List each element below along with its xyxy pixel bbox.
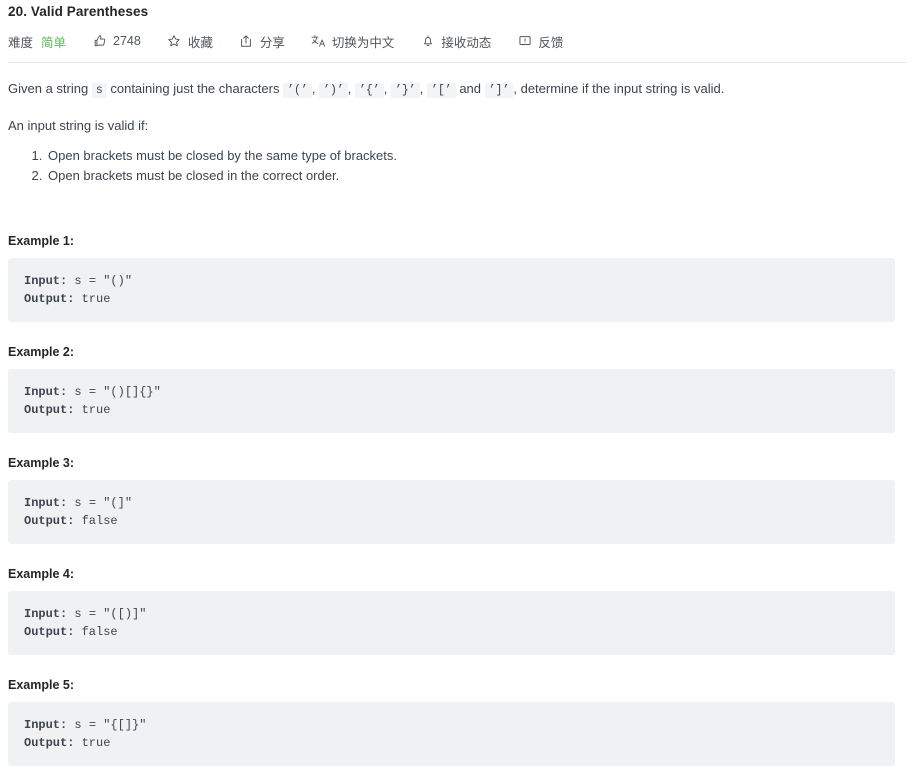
difficulty-label: 难度	[8, 35, 34, 50]
share-icon	[239, 34, 254, 49]
code-line-output: Output: true	[24, 401, 879, 419]
example-code-block: Input: s = "(]" Output: false	[8, 480, 895, 544]
output-value: true	[81, 736, 111, 750]
page-title: 20. Valid Parentheses	[8, 4, 149, 19]
input-value: s = "([)]"	[74, 607, 147, 621]
example-title: Example 1:	[8, 234, 75, 248]
output-label: Output:	[24, 403, 82, 417]
code-line-input: Input: s = "()[]{}"	[24, 383, 879, 401]
star-icon	[167, 34, 182, 49]
example-5: Example 5: Input: s = "{[]}" Output: tru…	[8, 677, 907, 766]
feedback-label: 反馈	[538, 35, 564, 50]
difficulty-badge: 简单	[41, 35, 67, 50]
inline-code-paren-close: ’)’	[319, 83, 348, 98]
inline-code-s: s	[91, 83, 107, 98]
description-intro: Given a string s containing just the cha…	[8, 79, 907, 100]
comma-1: ,	[311, 81, 316, 96]
input-label: Input:	[24, 607, 75, 621]
output-value: false	[81, 625, 118, 639]
output-label: Output:	[24, 625, 82, 639]
favorite-label: 收藏	[187, 35, 213, 50]
code-line-input: Input: s = "(]"	[24, 494, 879, 512]
example-title: Example 2:	[8, 345, 75, 359]
input-label: Input:	[24, 496, 75, 510]
thumbs-up-icon	[92, 34, 107, 49]
input-value: s = "{[]}"	[74, 718, 147, 732]
inline-code-brace-open: ’{’	[355, 83, 384, 98]
examples-section: Example 1: Input: s = "()" Output: true …	[8, 233, 907, 766]
output-label: Output:	[24, 514, 82, 528]
share-label: 分享	[259, 35, 285, 50]
example-code-block: Input: s = "([)]" Output: false	[8, 591, 895, 655]
difficulty-group: 难度 简单	[8, 32, 66, 51]
bell-icon	[420, 34, 435, 49]
input-label: Input:	[24, 385, 75, 399]
valid-if-text: An input string is valid if:	[8, 118, 149, 133]
example-title: Example 4:	[8, 567, 75, 581]
example-code-block: Input: s = "{[]}" Output: true	[8, 702, 895, 766]
code-line-output: Output: true	[24, 734, 879, 752]
code-line-input: Input: s = "([)]"	[24, 605, 879, 623]
rules-list: Open brackets must be closed by the same…	[8, 146, 907, 186]
example-4: Example 4: Input: s = "([)]" Output: fal…	[8, 566, 907, 655]
intro-text-3: , determine if the input string is valid…	[513, 81, 725, 96]
code-line-output: Output: true	[24, 290, 879, 308]
list-item: Open brackets must be closed by the same…	[46, 146, 907, 166]
inline-code-bracket-open: ’[’	[426, 83, 456, 98]
subscribe-button[interactable]: 接收动态	[420, 32, 491, 51]
input-label: Input:	[24, 718, 75, 732]
output-label: Output:	[24, 292, 82, 306]
favorite-button[interactable]: 收藏	[167, 32, 213, 51]
code-line-output: Output: false	[24, 623, 879, 641]
example-code-block: Input: s = "()[]{}" Output: true	[8, 369, 895, 433]
translate-icon	[311, 34, 326, 49]
comment-icon	[517, 34, 532, 49]
output-value: true	[81, 403, 111, 417]
inline-code-paren-open: ’(’	[283, 83, 312, 98]
comma-2: ,	[347, 81, 352, 96]
example-title: Example 5:	[8, 678, 75, 692]
example-title: Example 3:	[8, 456, 75, 470]
feedback-button[interactable]: 反馈	[517, 32, 563, 51]
output-value: true	[81, 292, 111, 306]
inline-code-bracket-close: ’]’	[484, 83, 514, 98]
problem-page: 20. Valid Parentheses 难度 简单 2748 收藏 分享 切…	[0, 0, 915, 766]
intro-text-1: Given a string	[8, 81, 89, 96]
comma-4: ,	[419, 81, 424, 96]
code-line-input: Input: s = "{[]}"	[24, 716, 879, 734]
translate-label: 切换为中文	[331, 35, 395, 50]
like-count: 2748	[113, 34, 141, 48]
output-label: Output:	[24, 736, 82, 750]
problem-description: Given a string s containing just the cha…	[8, 63, 907, 766]
subscribe-label: 接收动态	[441, 35, 492, 50]
list-item: Open brackets must be closed in the corr…	[46, 166, 907, 186]
input-label: Input:	[24, 274, 75, 288]
code-line-output: Output: false	[24, 512, 879, 530]
intro-text-2: containing just the characters	[110, 81, 280, 96]
example-2: Example 2: Input: s = "()[]{}" Output: t…	[8, 344, 907, 433]
intro-and: and	[459, 81, 482, 96]
example-3: Example 3: Input: s = "(]" Output: false	[8, 455, 907, 544]
translate-button[interactable]: 切换为中文	[311, 32, 395, 51]
example-1: Example 1: Input: s = "()" Output: true	[8, 233, 907, 322]
comma-3: ,	[383, 81, 388, 96]
input-value: s = "()[]{}"	[74, 385, 161, 399]
code-line-input: Input: s = "()"	[24, 272, 879, 290]
inline-code-brace-close: ’}’	[391, 83, 420, 98]
output-value: false	[81, 514, 118, 528]
share-button[interactable]: 分享	[239, 32, 285, 51]
example-code-block: Input: s = "()" Output: true	[8, 258, 895, 322]
input-value: s = "()"	[74, 274, 133, 288]
input-value: s = "(]"	[74, 496, 133, 510]
problem-meta-toolbar: 难度 简单 2748 收藏 分享 切换为中文 接收动态 反馈	[8, 26, 907, 56]
like-button[interactable]: 2748	[92, 34, 141, 49]
